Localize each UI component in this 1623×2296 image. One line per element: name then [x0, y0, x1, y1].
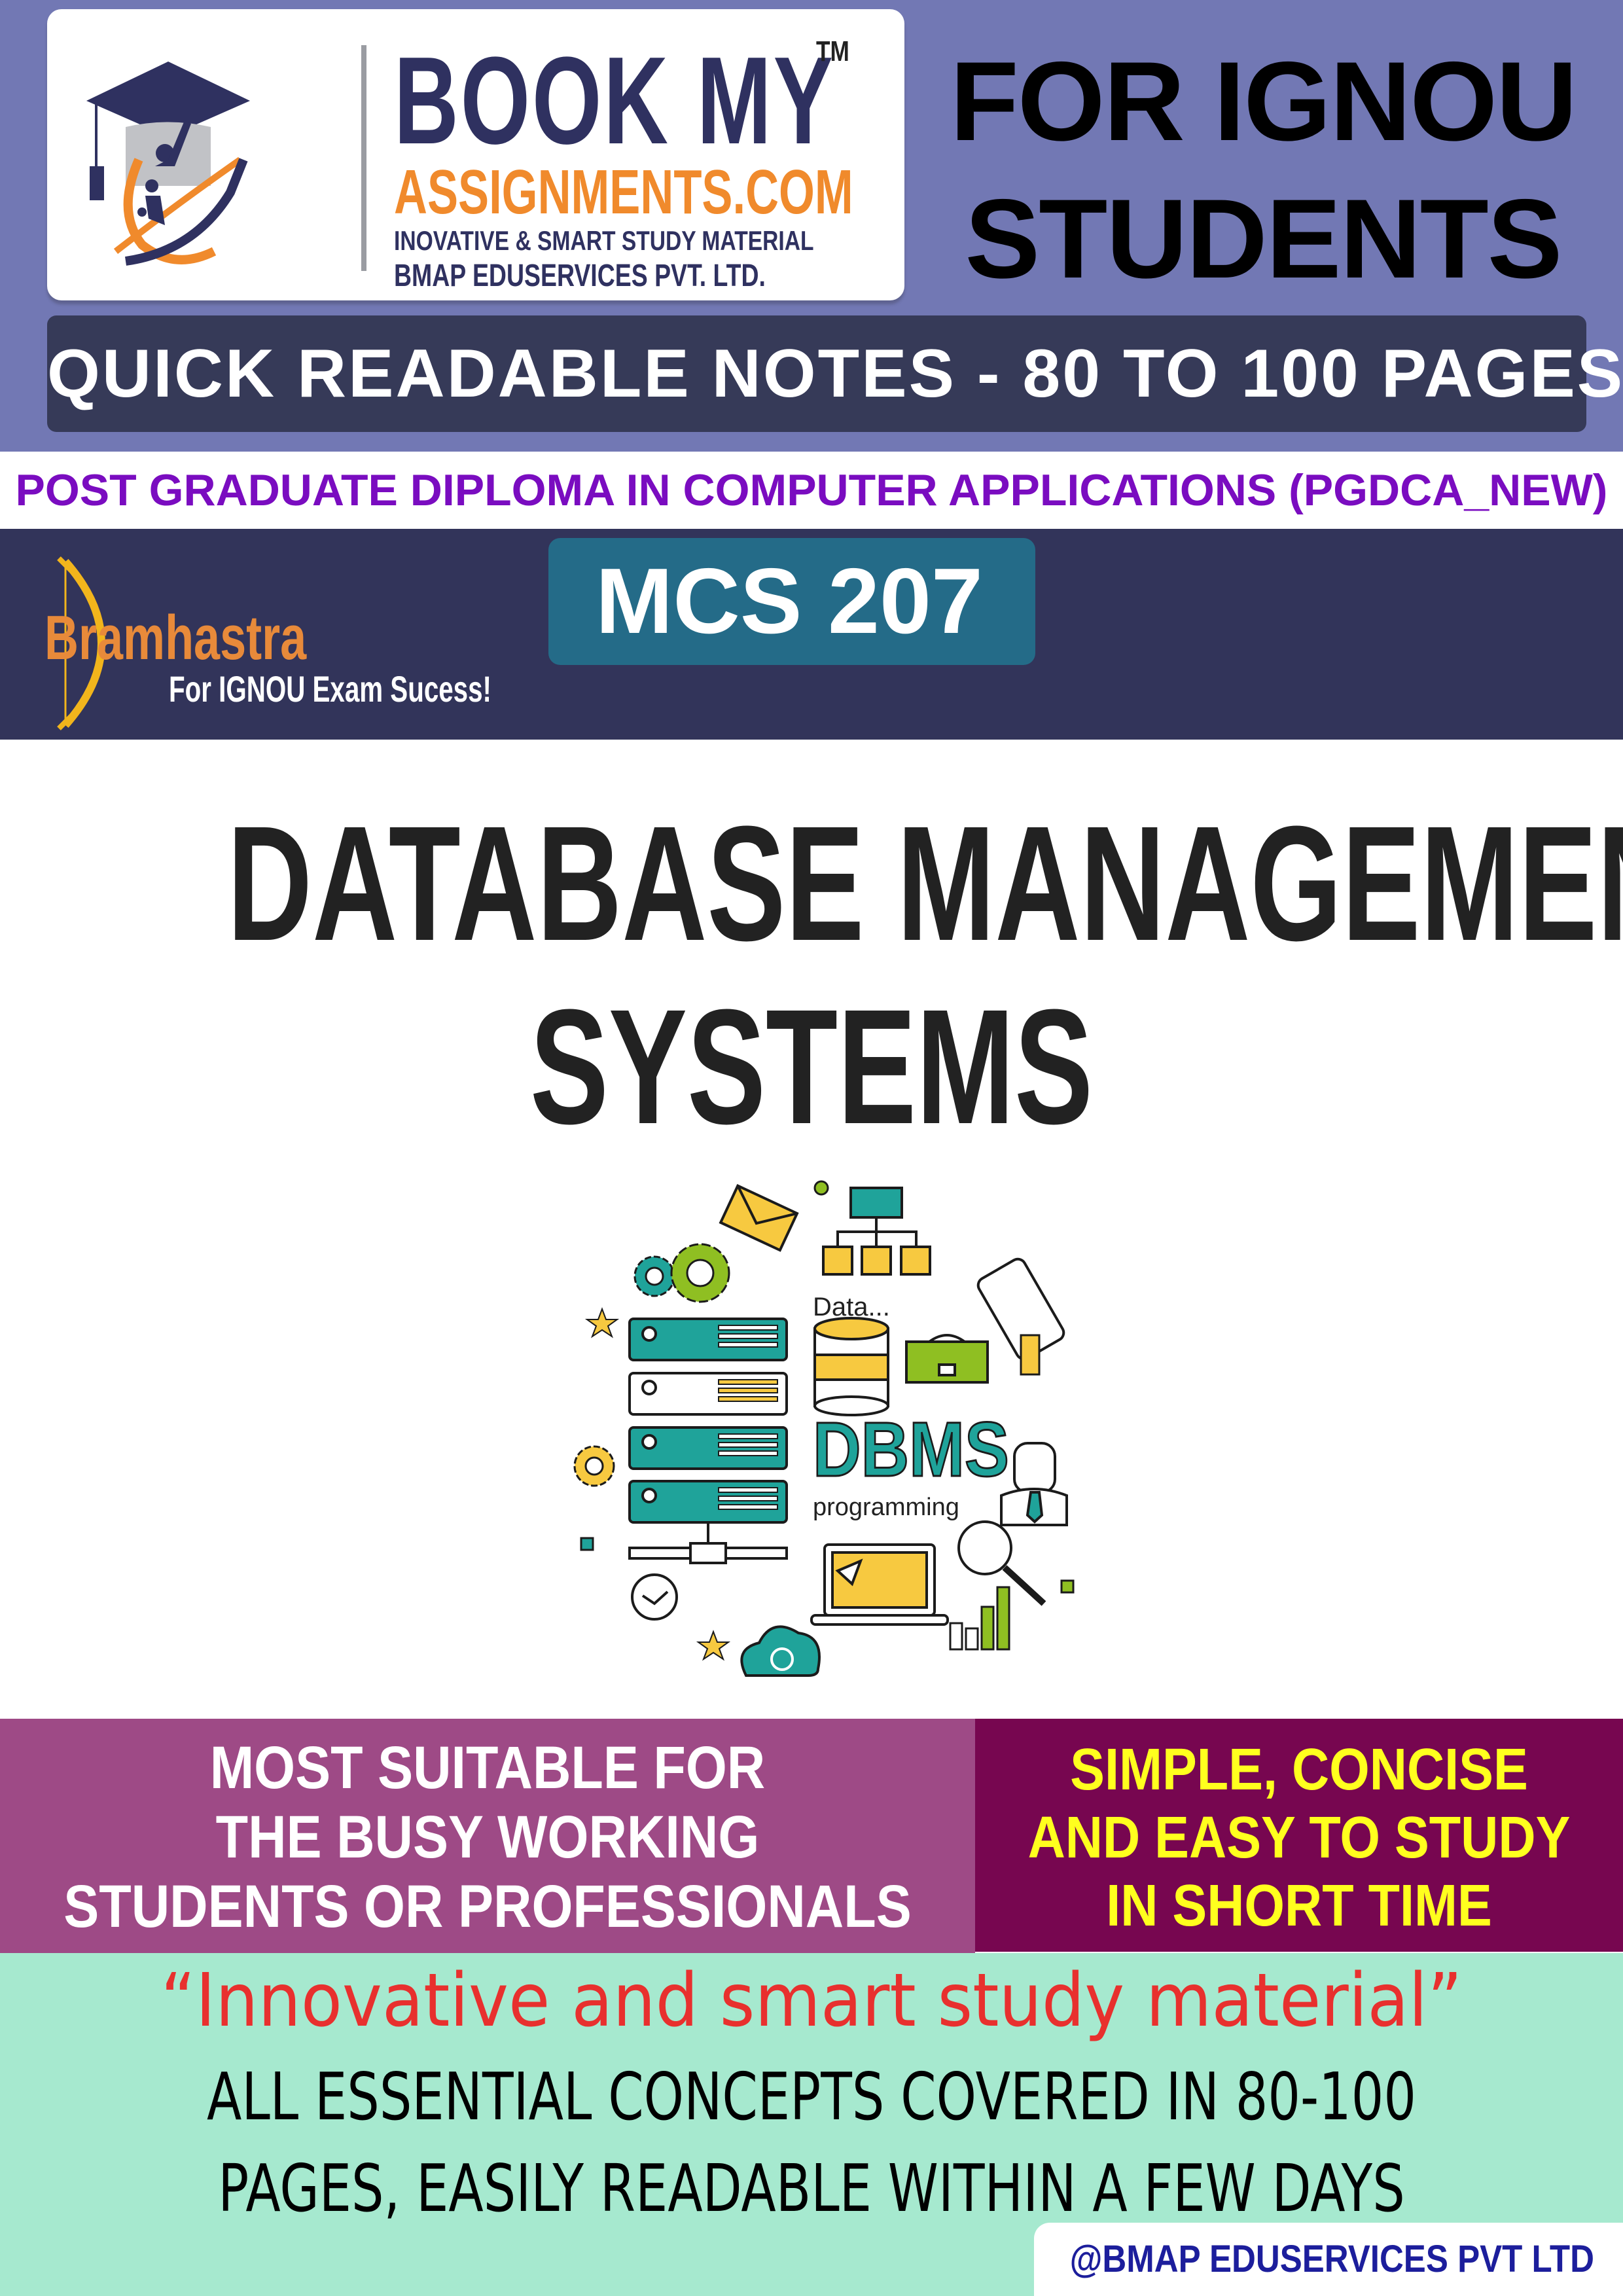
- footer-band: “Innovative and smart study material” AL…: [0, 1953, 1623, 2296]
- course-code-badge: MCS 207: [548, 538, 1035, 665]
- star-icon: [584, 1307, 620, 1338]
- brand-logo-card: BOOK MY TM ASSIGNMENTS.COM INOVATIVE & S…: [47, 9, 904, 300]
- audience-line-1: FOR IGNOU: [950, 39, 1578, 164]
- essentials-description: ALL ESSENTIAL CONCEPTS COVERED IN 80-100…: [0, 2051, 1623, 2234]
- trademark-mark: TM: [816, 35, 849, 67]
- logo-divider: [361, 45, 366, 271]
- illustration-caption-top: Data...: [813, 1293, 890, 1321]
- graduation-cap-logo-icon: [86, 62, 250, 266]
- envelope-icon: [719, 1184, 799, 1252]
- pointing-hand-icon: [1020, 1334, 1041, 1376]
- brand-company: BMAP EDUSERVICES PVT. LTD.: [394, 259, 766, 293]
- feature-left-line: THE BUSY WORKING: [215, 1804, 760, 1871]
- series-name: Bramhastra: [45, 603, 307, 673]
- server-rack-icon: [628, 1318, 788, 1564]
- briefcase-icon: [905, 1334, 989, 1384]
- brand-title: BOOK MY: [394, 31, 835, 170]
- notes-banner: QUICK READABLE NOTES - 80 TO 100 PAGES: [47, 315, 1622, 432]
- feature-simplicity-box: SIMPLE, CONCISE AND EASY TO STUDY IN SHO…: [975, 1719, 1623, 1952]
- hierarchy-chart-icon: [822, 1187, 931, 1276]
- dbms-illustration: DBMS Data... programming: [573, 1180, 1075, 1677]
- course-band: Bramhastra For IGNOU Exam Sucess! MCS 20…: [0, 529, 1623, 740]
- illustration-caption-bottom: programming: [813, 1494, 959, 1521]
- header-band: BOOK MY TM ASSIGNMENTS.COM INOVATIVE & S…: [0, 0, 1623, 452]
- star-icon: [696, 1630, 731, 1661]
- quote-slogan: “Innovative and smart study material”: [160, 1958, 1463, 2043]
- person-icon: [1000, 1442, 1068, 1526]
- essentials-line-2: PAGES, EASILY READABLE WITHIN A FEW DAYS: [218, 2150, 1405, 2227]
- feature-audience-box: MOST SUITABLE FOR THE BUSY WORKING STUDE…: [0, 1719, 975, 1953]
- feature-right-line: IN SHORT TIME: [1106, 1873, 1492, 1939]
- title-line-2: SYSTEMS: [529, 975, 1094, 1158]
- essentials-line-1: ALL ESSENTIAL CONCEPTS COVERED IN 80-100: [206, 2058, 1417, 2135]
- feature-right-line: AND EASY TO STUDY: [1027, 1805, 1571, 1871]
- square-icon: [1060, 1579, 1075, 1594]
- feature-left-line: MOST SUITABLE FOR: [209, 1734, 766, 1801]
- feature-left-line: STUDENTS OR PROFESSIONALS: [63, 1873, 912, 1940]
- title-line-1: DATABASE MANAGEMENT: [227, 792, 1623, 975]
- bar-chart-icon: [949, 1586, 1010, 1651]
- audience-line-2: STUDENTS: [965, 176, 1563, 302]
- illustration-caption-main: DBMS: [813, 1407, 1009, 1493]
- square-icon: [580, 1537, 594, 1551]
- audience-heading: FOR IGNOU STUDENTS: [929, 33, 1597, 308]
- book-title: DATABASE MANAGEMENT SYSTEMS: [0, 792, 1623, 1158]
- program-name: POST GRADUATE DIPLOMA IN COMPUTER APPLIC…: [0, 452, 1623, 529]
- copyright-badge: @BMAP EDUSERVICES PVT LTD: [1034, 2223, 1623, 2296]
- laptop-icon: [810, 1543, 949, 1626]
- clock-icon: [631, 1573, 678, 1621]
- series-tagline: For IGNOU Exam Sucess!: [169, 668, 491, 709]
- feature-right-line: SIMPLE, CONCISE: [1070, 1737, 1528, 1803]
- dot-icon: [813, 1180, 829, 1196]
- brand-site: ASSIGNMENTS.COM: [394, 157, 853, 227]
- brand-tagline: INOVATIVE & SMART STUDY MATERIAL: [394, 225, 814, 256]
- database-icon: [813, 1317, 889, 1416]
- cloud-sync-icon: [740, 1625, 821, 1677]
